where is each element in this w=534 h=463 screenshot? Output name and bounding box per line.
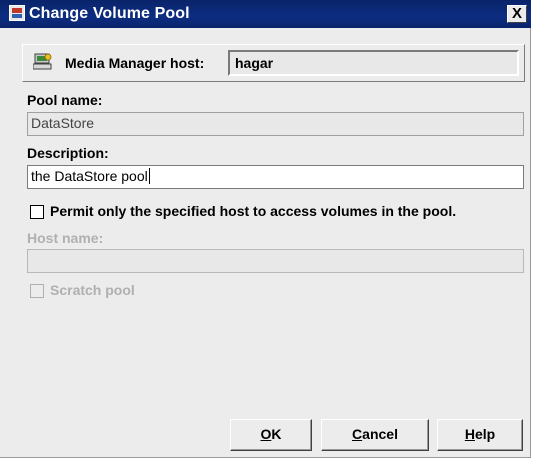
- pool-name-label: Pool name:: [27, 92, 103, 108]
- server-host-icon: [33, 53, 52, 70]
- description-label: Description:: [27, 145, 109, 161]
- window-title: Change Volume Pool: [29, 5, 190, 22]
- media-manager-host-bar: Media Manager host: hagar: [22, 44, 525, 82]
- media-manager-host-value: hagar: [235, 55, 274, 71]
- help-button[interactable]: Help: [437, 419, 523, 451]
- pool-name-field: DataStore: [27, 112, 524, 136]
- permit-host-label[interactable]: Permit only the specified host to access…: [50, 203, 456, 220]
- app-window-icon: [9, 5, 25, 21]
- host-name-input: [27, 249, 524, 273]
- text-caret: [148, 168, 150, 184]
- scratch-pool-checkbox: [30, 284, 44, 298]
- description-value: the DataStore pool: [31, 168, 148, 184]
- media-manager-host-label: Media Manager host:: [65, 55, 205, 71]
- description-input[interactable]: the DataStore pool: [27, 165, 524, 189]
- media-manager-host-field: hagar: [228, 50, 519, 76]
- change-volume-pool-dialog: Change Volume Pool X Media Manager host:…: [0, 0, 531, 458]
- host-name-label: Host name:: [27, 230, 104, 246]
- close-button[interactable]: X: [507, 5, 527, 23]
- ok-button[interactable]: OK: [230, 419, 312, 451]
- close-icon: X: [511, 5, 522, 22]
- cancel-button[interactable]: Cancel: [321, 419, 429, 451]
- pool-name-value: DataStore: [31, 115, 95, 131]
- permit-host-checkbox[interactable]: [30, 205, 44, 219]
- scratch-pool-label: Scratch pool: [50, 282, 135, 298]
- title-bar[interactable]: Change Volume Pool X: [0, 0, 531, 28]
